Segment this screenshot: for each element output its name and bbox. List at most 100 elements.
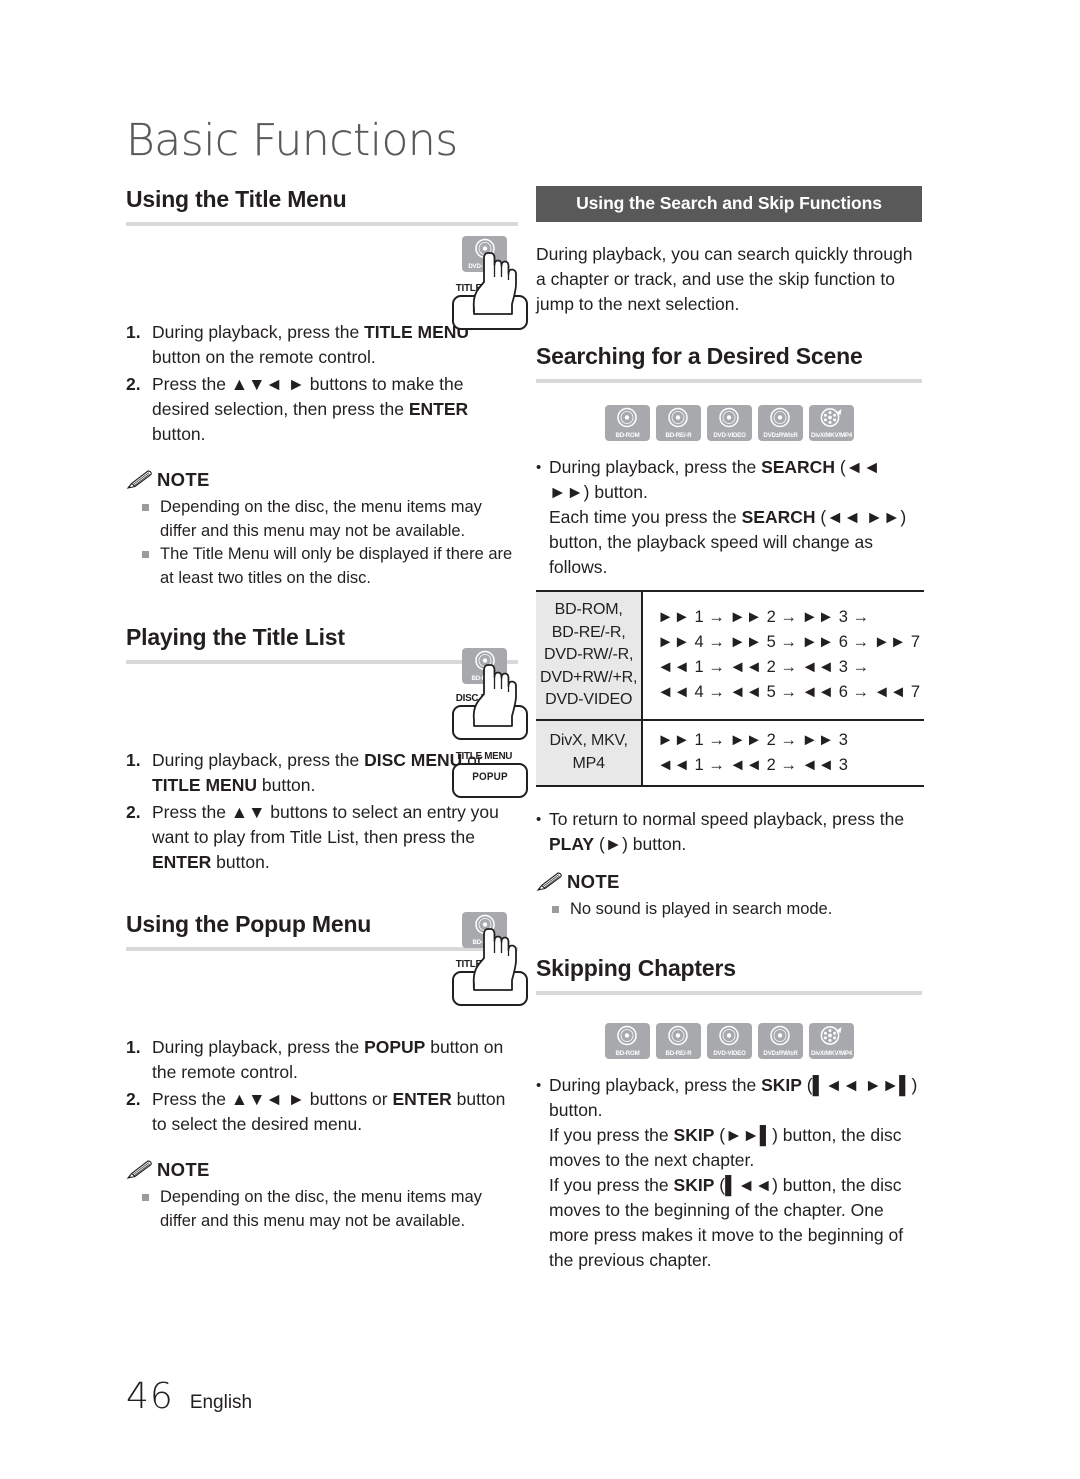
disc-badge-label: DivX/MKV/MP4 xyxy=(810,432,852,439)
note-header: NOTE xyxy=(536,871,922,893)
disc-badge: BD-RE/-R xyxy=(655,405,701,441)
section-banner: Using the Search and Skip Functions xyxy=(536,186,922,222)
disc-badges-skip: BD-ROM BD-RE/-R DVD-VIDEO DVD±RW/±R DivX… xyxy=(536,1023,922,1059)
note-text: Depending on the disc, the menu items ma… xyxy=(160,1188,482,1230)
disc-badge: DVD±RW/±R xyxy=(757,1023,803,1059)
disc-badge-label: DVD±RW/±R xyxy=(762,1050,798,1057)
note-bullet-icon xyxy=(142,496,160,543)
section-heading-searching: Searching for a Desired Scene xyxy=(536,343,863,369)
table-cell-formats: DivX, MKV, MP4 xyxy=(536,718,644,786)
film-disc-icon xyxy=(820,408,842,427)
step-item: 1. During playback, press the POPUP butt… xyxy=(126,1035,518,1085)
step-number: 1. xyxy=(126,1037,141,1057)
page-language: English xyxy=(189,1392,253,1413)
speed-line: ◄◄ 1 → ◄◄ 2 → ◄◄ 3 → xyxy=(657,658,869,677)
note-item: Depending on the disc, the menu items ma… xyxy=(126,1186,518,1233)
speed-line: ◄◄ 4 → ◄◄ 5 → ◄◄ 6 → ◄◄ 7 xyxy=(657,683,920,702)
step-item: 2. Press the ▲▼◄ ► buttons to make the d… xyxy=(126,372,518,447)
section-heading-title-menu: Using the Title Menu xyxy=(126,186,347,212)
pencil-icon xyxy=(536,871,562,891)
disc-badge: BD-ROM xyxy=(604,405,650,441)
hand-pressing-button-icon xyxy=(472,928,517,991)
disc-icon xyxy=(719,407,739,428)
disc-badge-label: BD-ROM xyxy=(614,432,640,439)
note-label: NOTE xyxy=(567,870,620,892)
disc-icon xyxy=(668,407,688,428)
disc-badge: DivX/MKV/MP4 xyxy=(808,1023,854,1059)
step-number: 2. xyxy=(126,1089,141,1109)
heading-rule xyxy=(536,379,922,383)
intro-paragraph: During playback, you can search quickly … xyxy=(536,244,913,314)
disc-badge: DivX/MKV/MP4 xyxy=(808,405,854,441)
bullet-item: • During playback, press the SKIP (▌◄◄ ►… xyxy=(536,1073,922,1273)
note-text: No sound is played in search mode. xyxy=(570,899,833,918)
bullet-icon: • xyxy=(536,810,542,828)
step-text: Press the ▲▼ buttons to select an entry … xyxy=(152,802,499,872)
bullet-icon: • xyxy=(536,459,542,476)
disc-badge-label: BD-ROM xyxy=(614,1050,640,1057)
disc-icon xyxy=(770,1025,790,1046)
disc-badge: BD-ROM xyxy=(604,1023,650,1059)
hand-pressing-button-icon xyxy=(472,252,517,315)
heading-rule xyxy=(126,222,518,226)
popup-button-label: POPUP xyxy=(472,771,508,783)
table-row: BD-ROM, BD-RE/-R, DVD-RW/-R, DVD+RW/+R, DVD-… xyxy=(536,591,924,720)
note-bullet-icon xyxy=(142,543,160,590)
step-number: 2. xyxy=(126,374,141,394)
disc-badge-label: DivX/MKV/MP4 xyxy=(810,1050,852,1057)
manual-page: Basic Functions Using the Title Menu 1. … xyxy=(0,0,1080,1479)
disc-badge-label: DVD-VIDEO xyxy=(712,1050,746,1057)
bullet-text: To return to normal speed playback, pres… xyxy=(549,808,905,854)
pencil-icon xyxy=(126,1160,152,1179)
right-column: Using the Search and Skip Functions Duri… xyxy=(536,186,924,1273)
step-item: 2. Press the ▲▼ buttons to select an ent… xyxy=(126,800,518,875)
popup-button[interactable]: POPUP xyxy=(452,763,528,798)
note-bullet-icon xyxy=(142,1186,160,1233)
disc-badge: DVD±RW/±R xyxy=(757,405,803,441)
bullet-item: • To return to normal speed playback, pr… xyxy=(536,807,922,857)
steps-title-menu: 1. During playback, press the TITLE MENU… xyxy=(126,320,518,447)
step-number: 2. xyxy=(126,802,141,822)
table-row: DivX, MKV, MP4 ►► 1 → ►► 2 → ►► 3 ◄◄ 1 →… xyxy=(536,718,924,786)
disc-badge-label: BD-RE/-R xyxy=(664,432,692,439)
disc-icon xyxy=(617,407,637,428)
disc-badge-label: DVD±RW/±R xyxy=(762,432,798,439)
speed-line: ►► 4 → ►► 5 → ►► 6 → ►► 7 xyxy=(657,633,920,652)
note-header: NOTE xyxy=(126,469,518,491)
table-cell-speeds: ►► 1 → ►► 2 → ►► 3 → ►► 4 → ►► 5 → ►► 6 … xyxy=(642,591,924,720)
disc-badges-search: BD-ROM BD-RE/-R DVD-VIDEO DVD±RW/±R DivX… xyxy=(536,405,922,441)
disc-icon xyxy=(617,1025,637,1046)
step-number: 1. xyxy=(126,322,141,342)
note-text: Depending on the disc, the menu items ma… xyxy=(160,498,482,540)
disc-icon xyxy=(668,1025,688,1046)
pencil-icon xyxy=(126,470,152,489)
speed-line: ►► 1 → ►► 2 → ►► 3 xyxy=(657,730,848,749)
hand-pressing-button-icon xyxy=(472,664,517,727)
disc-badge: BD-RE/-R xyxy=(655,1023,701,1059)
disc-badge: DVD-VIDEO xyxy=(706,405,752,441)
bullet-item: • During playback, press the SEARCH (◄◄ … xyxy=(536,455,922,580)
steps-popup-menu: 1. During playback, press the POPUP butt… xyxy=(126,1035,518,1137)
table-cell-speeds: ►► 1 → ►► 2 → ►► 3 ◄◄ 1 → ◄◄ 2 → ◄◄ 3 xyxy=(642,718,924,786)
step-text: Press the ▲▼◄ ► buttons or ENTER button … xyxy=(152,1089,506,1134)
film-disc-icon xyxy=(820,1026,842,1045)
note-text: The Title Menu will only be displayed if… xyxy=(160,545,513,587)
heading-rule xyxy=(536,991,922,995)
note-label: NOTE xyxy=(157,469,210,490)
bullet-text: During playback, press the SKIP (▌◄◄ ►►▌… xyxy=(549,1075,918,1270)
section-heading-skipping: Skipping Chapters xyxy=(536,955,736,981)
speed-line: ◄◄ 1 → ◄◄ 2 → ◄◄ 3 xyxy=(657,755,848,774)
disc-badge-label: BD-RE/-R xyxy=(664,1050,692,1057)
page-number: 46 xyxy=(126,1376,174,1417)
page-footer: 46 English xyxy=(126,1376,252,1417)
note-item: No sound is played in search mode. xyxy=(536,898,922,922)
speed-line: ►► 1 → ►► 2 → ►► 3 → xyxy=(657,608,869,627)
note-bullet-icon xyxy=(552,898,570,922)
remote-button-caption: TITLE MENU xyxy=(455,750,513,762)
bullet-icon: • xyxy=(536,1077,542,1094)
note-item: The Title Menu will only be displayed if… xyxy=(126,543,518,590)
playback-speed-table: BD-ROM, BD-RE/-R, DVD-RW/-R, DVD+RW/+R, DVD-… xyxy=(536,590,924,787)
disc-badge: DVD-VIDEO xyxy=(706,1023,752,1059)
page-title: Basic Functions xyxy=(126,115,458,166)
note-header: NOTE xyxy=(126,1159,518,1181)
